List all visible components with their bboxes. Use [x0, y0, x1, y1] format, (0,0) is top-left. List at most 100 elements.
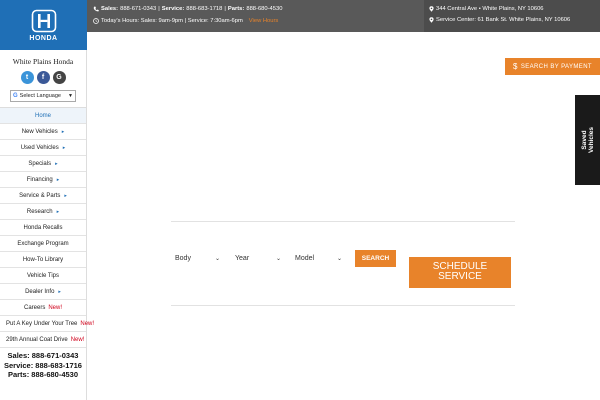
chevron-down-icon: ⌄ — [275, 255, 281, 262]
sidebar-item-research[interactable]: Research ▸ — [0, 204, 86, 220]
new-badge: New! — [48, 304, 62, 311]
body-select[interactable]: Body ⌄ — [171, 250, 224, 266]
sidebar-item-careers[interactable]: Careers New! — [0, 300, 86, 316]
sidebar: HONDA White Plains Honda t f G G Select … — [0, 0, 94, 400]
sidebar-item-label: Dealer Info — [25, 288, 55, 295]
sidebar-item-label: Research — [26, 208, 53, 215]
honda-h-icon — [31, 9, 56, 32]
chevron-down-icon: ⌄ — [214, 255, 220, 262]
language-select[interactable]: G Select Language ▼ — [10, 90, 76, 102]
caret-right-icon: ▸ — [55, 160, 58, 167]
sidebar-item-label: Careers — [23, 304, 46, 311]
todays-hours: Today's Hours: Sales: 9am-9pm | Service:… — [101, 18, 243, 24]
parts-phone-link[interactable]: 888-680-4530 — [246, 6, 282, 12]
caret-right-icon: ▸ — [62, 144, 66, 151]
service-phone-link[interactable]: 888-683-1718 — [186, 6, 222, 12]
separator: | — [224, 6, 226, 12]
search-by-payment-label: SEARCH BY PAYMENT — [520, 63, 592, 70]
sidebar-item-label: Exchange Program — [17, 240, 69, 247]
sales-phone-link[interactable]: 888-671-0343 — [120, 6, 156, 12]
sidebar-item-label: Put A Key Under Your Tree — [6, 320, 78, 327]
address-text: 344 Central Ave • White Plains, NY 10606 — [436, 6, 544, 12]
hours-line: Today's Hours: Sales: 9am-9pm | Service:… — [93, 18, 278, 24]
sidebar-item-dealer-info[interactable]: Dealer Info ▸ — [0, 284, 86, 300]
sidebar-item-vehicle-tips[interactable]: Vehicle Tips — [0, 268, 86, 284]
year-select-value: Year — [235, 254, 250, 262]
sidebar-item-how-to-library[interactable]: How-To Library — [0, 252, 86, 268]
caret-right-icon: ▸ — [56, 176, 60, 183]
parts-label: Parts: — [227, 6, 245, 12]
sidebar-item-label: Vehicle Tips — [26, 272, 60, 279]
service-center-line[interactable]: Service Center: 61 Bank St. White Plains… — [429, 17, 570, 23]
sidebar-item-used-vehicles[interactable]: Used Vehicles ▸ — [0, 140, 86, 156]
sidebar-item-service-parts[interactable]: Service & Parts ▸ — [0, 188, 86, 204]
caret-right-icon: ▸ — [56, 208, 60, 215]
service-center-text: Service Center: 61 Bank St. White Plains… — [436, 17, 571, 23]
saved-vehicles-label: Saved Vehicles — [581, 127, 595, 153]
service-label: Service: — [161, 6, 185, 12]
top-bar-address-panel — [424, 0, 600, 32]
sidebar-item-label: Home — [34, 112, 51, 119]
view-hours-link[interactable]: View Hours — [249, 18, 279, 24]
search-by-payment-button[interactable]: $ SEARCH BY PAYMENT — [505, 58, 600, 75]
schedule-line2: SERVICE — [438, 271, 482, 282]
honda-logo[interactable]: HONDA — [0, 0, 87, 50]
sidebar-menu: Home New Vehicles ▸ Used Vehicles ▸ Spec… — [0, 107, 94, 348]
sidebar-item-key-under-tree[interactable]: Put A Key Under Your Tree New! — [0, 316, 94, 332]
caret-right-icon: ▸ — [58, 288, 61, 295]
sales-phone[interactable]: Sales: 888-671-0343 — [0, 351, 86, 361]
sidebar-item-label: New Vehicles — [21, 128, 58, 135]
sidebar-item-label: Used Vehicles — [20, 144, 59, 151]
sidebar-item-specials[interactable]: Specials ▸ — [0, 156, 86, 172]
sidebar-item-home[interactable]: Home — [0, 108, 86, 124]
sidebar-item-exchange-program[interactable]: Exchange Program — [0, 236, 86, 252]
page: HONDA White Plains Honda t f G G Select … — [0, 0, 600, 400]
sidebar-item-label: 29th Annual Coat Drive — [6, 336, 68, 343]
google-translate-icon: G — [13, 93, 18, 99]
saved-vehicles-tab[interactable]: Saved Vehicles — [575, 95, 600, 185]
sidebar-item-new-vehicles[interactable]: New Vehicles ▸ — [0, 124, 86, 140]
year-select[interactable]: Year ⌄ — [231, 250, 285, 266]
map-pin-icon — [429, 17, 434, 23]
schedule-service-button[interactable]: SCHEDULE SERVICE — [409, 257, 511, 288]
body-select-value: Body — [175, 254, 191, 262]
twitter-icon[interactable]: t — [20, 71, 34, 84]
caret-right-icon: ▸ — [64, 192, 67, 199]
sidebar-item-label: Specials — [28, 160, 52, 167]
separator: | — [158, 6, 160, 12]
divider-top — [171, 221, 515, 222]
sidebar-item-label: Financing — [26, 176, 53, 183]
new-badge: New! — [80, 320, 95, 327]
language-label: Select Language — [19, 93, 61, 99]
divider-bottom — [171, 305, 515, 306]
sidebar-item-label: Honda Recalls — [23, 224, 63, 231]
sidebar-item-financing[interactable]: Financing ▸ — [0, 172, 86, 188]
sales-label: Sales: — [101, 6, 119, 12]
sidebar-item-label: Service & Parts — [19, 192, 61, 199]
google-icon[interactable]: G — [52, 71, 66, 84]
top-bar: Sales: 888-671-0343 | Service: 888-683-1… — [87, 0, 600, 32]
address-line[interactable]: 344 Central Ave • White Plains, NY 10606 — [429, 6, 544, 12]
dealer-name: White Plains Honda — [12, 57, 74, 66]
model-select[interactable]: Model ⌄ — [291, 250, 346, 266]
map-pin-icon — [429, 6, 434, 12]
saved-line2: Vehicles — [587, 126, 595, 154]
new-badge: New! — [70, 336, 85, 343]
logo-text: HONDA — [29, 34, 58, 42]
chevron-down-icon: ⌄ — [336, 255, 342, 262]
sidebar-item-label: How-To Library — [22, 256, 64, 263]
sidebar-item-honda-recalls[interactable]: Honda Recalls — [0, 220, 86, 236]
parts-phone[interactable]: Parts: 888-680-4530 — [0, 370, 86, 380]
phone-icon — [93, 6, 99, 12]
facebook-icon[interactable]: f — [36, 71, 50, 84]
sidebar-item-coat-drive[interactable]: 29th Annual Coat Drive New! — [0, 332, 86, 348]
service-phone[interactable]: Service: 888-683-1716 — [0, 361, 86, 371]
clock-icon — [93, 18, 99, 24]
sidebar-contact: Sales: 888-671-0343 Service: 888-683-171… — [0, 351, 86, 380]
saved-line1: Saved — [580, 130, 588, 150]
social-links: t f G — [0, 71, 86, 84]
phone-line: Sales: 888-671-0343 | Service: 888-683-1… — [93, 6, 282, 12]
model-select-value: Model — [295, 254, 315, 262]
search-button[interactable]: SEARCH — [355, 250, 396, 267]
dollar-icon: $ — [512, 62, 518, 71]
